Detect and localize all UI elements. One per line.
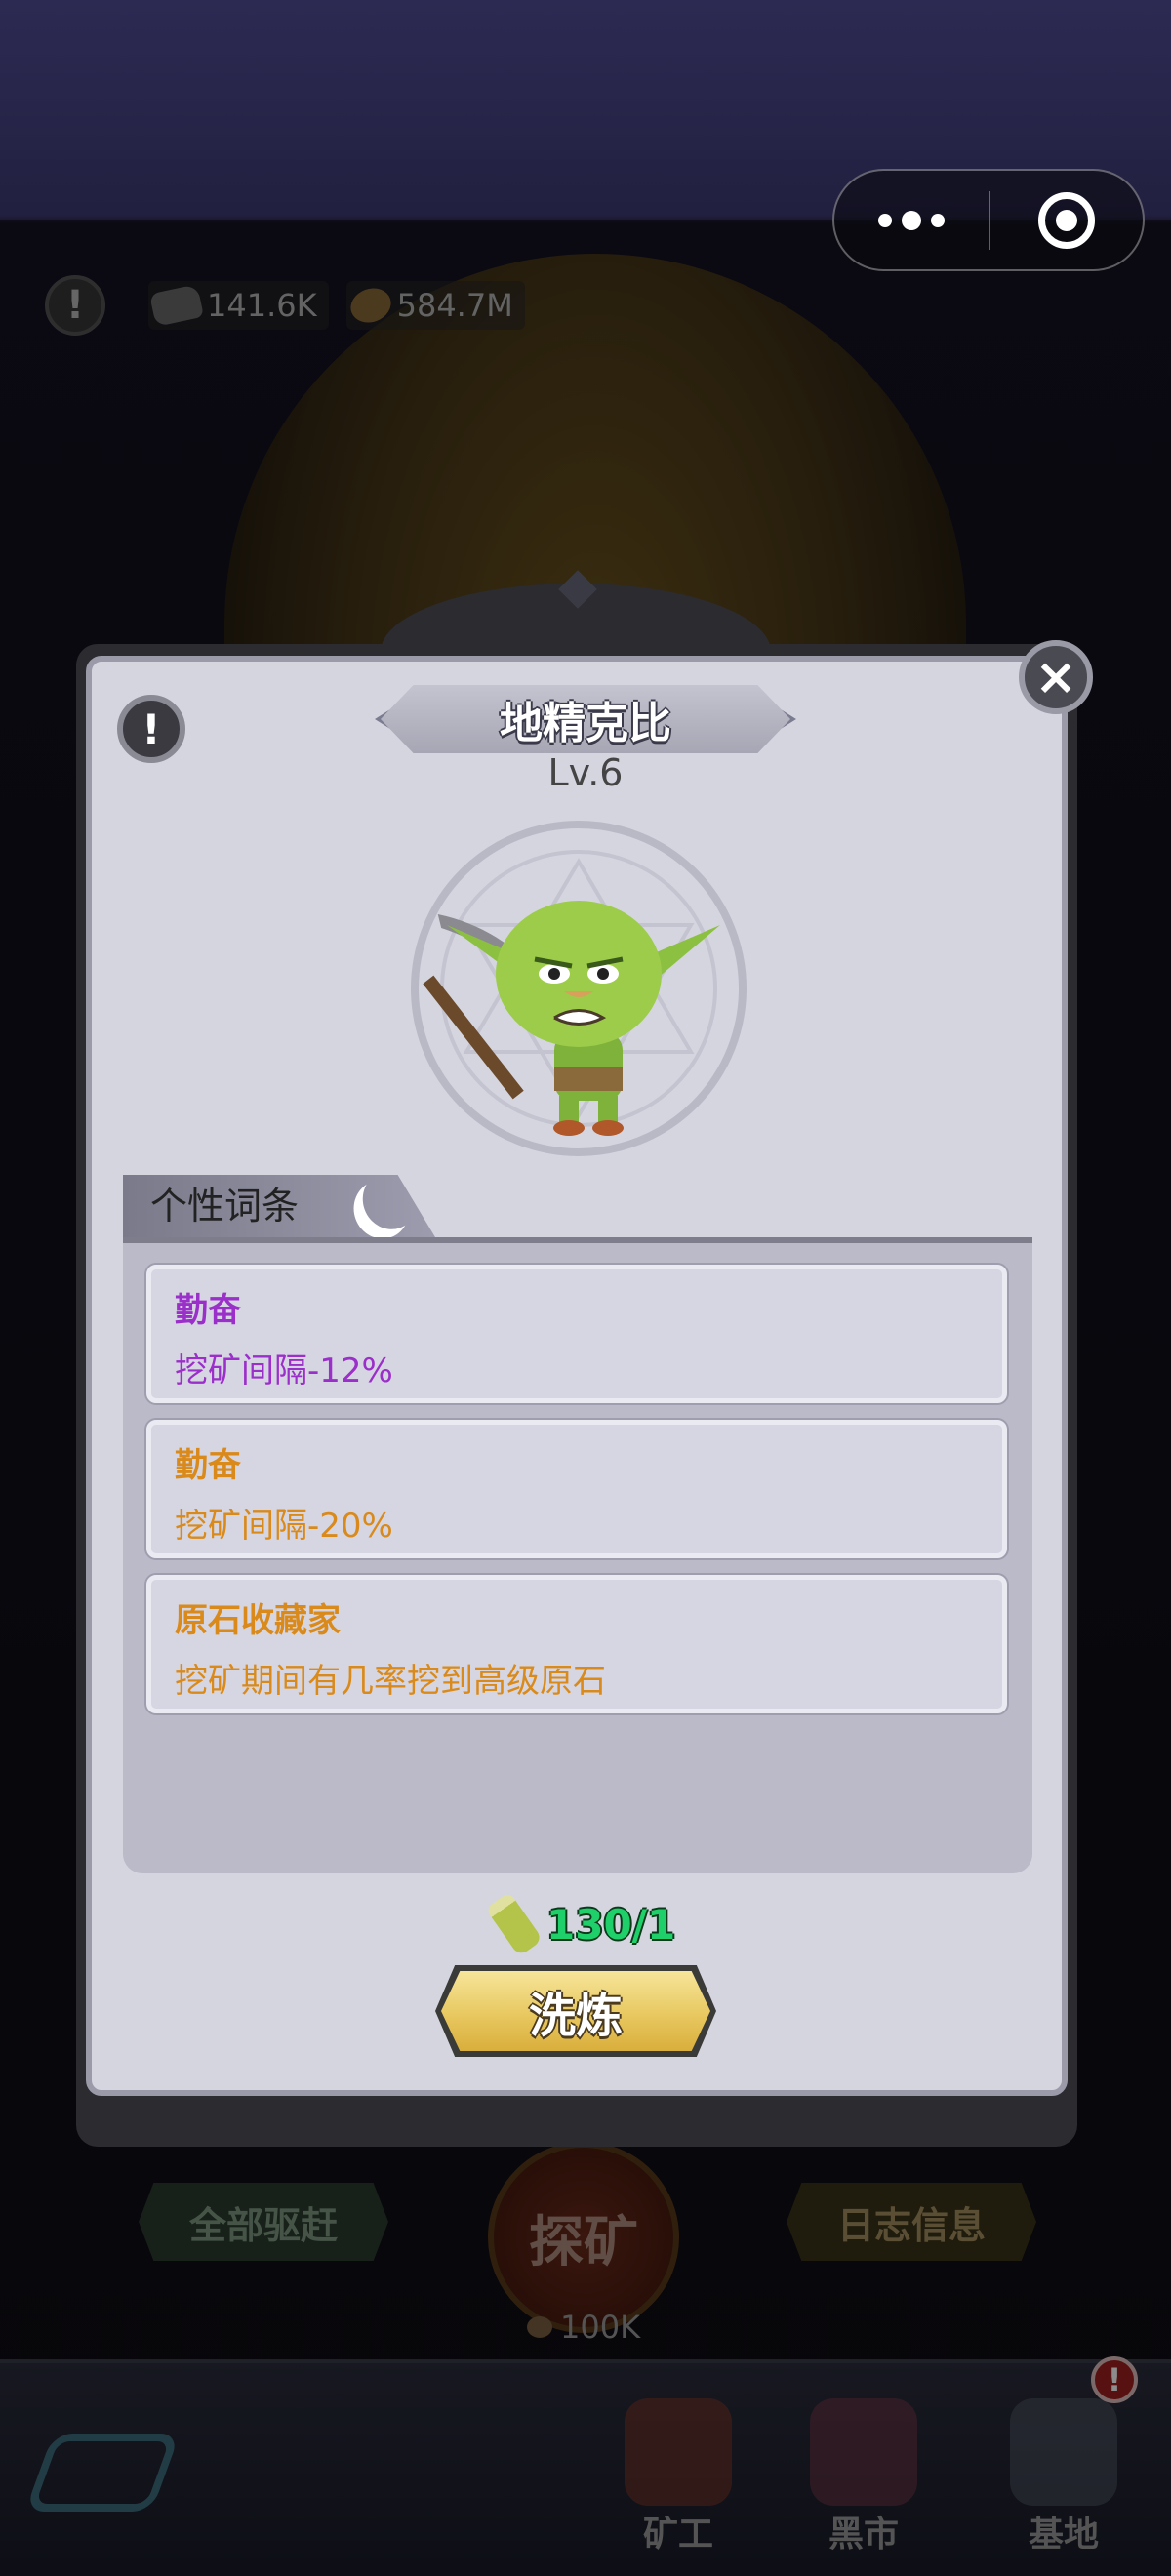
trait-card: 勤奋 挖矿间隔-20% xyxy=(146,1420,1007,1558)
miniprogram-capsule xyxy=(832,169,1145,271)
refine-button[interactable]: 洗炼 xyxy=(441,1971,710,2051)
trait-description: 挖矿间隔-20% xyxy=(175,1507,393,1546)
trait-name: 勤奋 xyxy=(175,1446,241,1485)
trait-card: 原石收藏家 挖矿期间有几率挖到高级原石 xyxy=(146,1575,1007,1713)
trait-description: 挖矿期间有几率挖到高级原石 xyxy=(175,1662,606,1701)
close-icon[interactable]: × xyxy=(1019,640,1093,714)
traits-divider xyxy=(123,1237,1032,1243)
close-miniprogram-button[interactable] xyxy=(990,191,1143,249)
trait-name: 勤奋 xyxy=(175,1291,241,1330)
goblin-portrait xyxy=(408,818,749,1159)
trait-name: 原石收藏家 xyxy=(175,1601,341,1640)
refine-cost: 130/1 xyxy=(485,1891,676,1957)
info-icon[interactable]: ! xyxy=(117,695,185,763)
trait-description: 挖矿间隔-12% xyxy=(175,1351,393,1390)
target-icon xyxy=(1038,191,1095,249)
character-name: 地精克比 xyxy=(500,699,671,748)
traits-title: 个性词条 xyxy=(150,1185,300,1228)
character-level: Lv.6 xyxy=(547,751,624,794)
more-options-icon[interactable] xyxy=(834,210,989,230)
trait-card: 勤奋 挖矿间隔-12% xyxy=(146,1265,1007,1403)
refine-label: 洗炼 xyxy=(528,1989,623,2043)
refine-cost-amount: 130/1 xyxy=(546,1900,676,1949)
